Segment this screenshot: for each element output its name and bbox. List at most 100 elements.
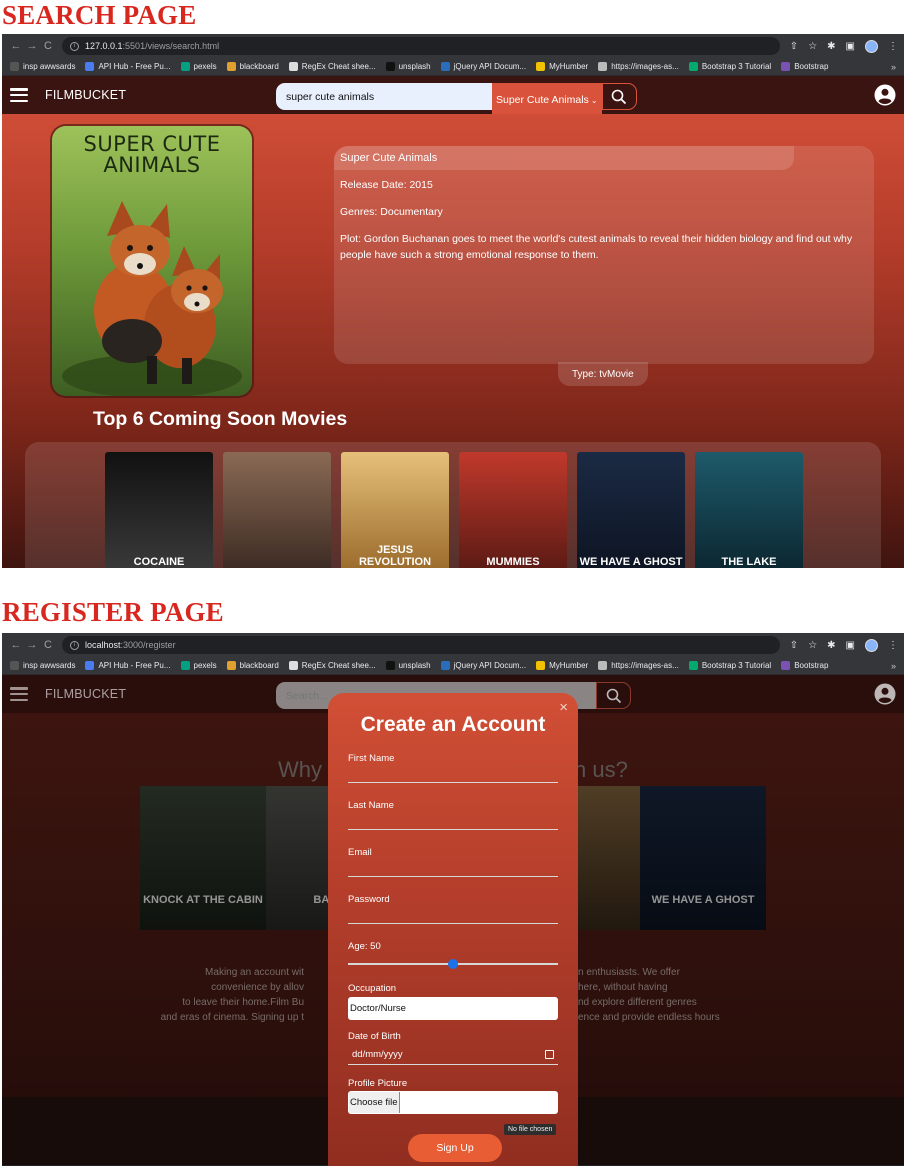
user-account-icon[interactable]	[874, 84, 896, 106]
bookmark-favicon-icon	[85, 661, 95, 670]
bookmark-item[interactable]: insp awwsards	[10, 62, 75, 71]
coming-soon-poster[interactable]	[223, 452, 331, 568]
bookmark-item[interactable]: Bootstrap	[781, 661, 828, 670]
bookmark-label: unsplash	[398, 661, 431, 670]
reload-icon[interactable]: C	[40, 40, 56, 52]
profile-avatar[interactable]	[865, 638, 878, 652]
sidepanel-icon[interactable]: ▣	[846, 41, 855, 52]
movie-type-badge: Type: tvMovie	[558, 362, 648, 386]
coming-soon-poster[interactable]: COCAINE	[105, 452, 213, 568]
age-slider-thumb[interactable]	[448, 959, 458, 969]
menu-kebab-icon[interactable]: ⋮	[888, 640, 898, 651]
app-navbar: FILMBUCKET Super Cute Animals ⌄	[2, 76, 904, 117]
bookmark-item[interactable]: RegEx Cheat shee...	[288, 62, 376, 71]
user-account-icon[interactable]	[874, 683, 896, 705]
bookmark-item[interactable]: Bootstrap 3 Tutorial	[688, 62, 771, 71]
forward-icon[interactable]: →	[24, 40, 40, 52]
reload-icon[interactable]: C	[40, 639, 56, 651]
menu-kebab-icon[interactable]: ⋮	[888, 41, 898, 52]
bookmark-favicon-icon	[288, 62, 298, 71]
sign-up-button[interactable]: Sign Up	[408, 1134, 502, 1162]
coming-soon-poster[interactable]: WE HAVE A GHOST	[577, 452, 685, 568]
search-result-select[interactable]: Super Cute Animals ⌄	[492, 83, 602, 117]
bookmark-item[interactable]: insp awwsards	[10, 661, 75, 670]
share-icon[interactable]: ⇧	[790, 41, 798, 52]
bookmark-label: jQuery API Docum...	[453, 62, 527, 71]
profile-avatar[interactable]	[865, 39, 878, 53]
bookmarks-overflow-icon[interactable]: »	[891, 661, 896, 671]
bookmark-star-icon[interactable]: ☆	[808, 640, 817, 651]
bookmark-item[interactable]: Bootstrap	[781, 62, 828, 71]
bookmark-item[interactable]: RegEx Cheat shee...	[288, 661, 376, 670]
coming-soon-poster[interactable]: JESUS REVOLUTION	[341, 452, 449, 568]
hamburger-menu-icon[interactable]	[10, 687, 28, 701]
dob-label: Date of Birth	[348, 1031, 401, 1042]
hamburger-menu-icon[interactable]	[10, 88, 28, 102]
coming-soon-poster[interactable]: THE LAKE	[695, 452, 803, 568]
bookmark-item[interactable]: blackboard	[226, 661, 279, 670]
back-icon[interactable]: ←	[8, 40, 24, 52]
bookmark-star-icon[interactable]: ☆	[808, 41, 817, 52]
search-button[interactable]	[596, 682, 631, 709]
brand-logo-text[interactable]: FILMBUCKET	[45, 687, 126, 701]
search-input[interactable]	[276, 83, 492, 110]
bookmark-item[interactable]: https://images-as...	[598, 661, 679, 670]
bookmark-item[interactable]: API Hub - Free Pu...	[85, 661, 171, 670]
search-button[interactable]	[601, 83, 637, 110]
bookmark-item[interactable]: jQuery API Docum...	[440, 661, 527, 670]
bookmark-label: jQuery API Docum...	[453, 661, 527, 670]
sidepanel-icon[interactable]: ▣	[846, 640, 855, 651]
bookmark-item[interactable]: jQuery API Docum...	[440, 62, 527, 71]
movie-release-date: Release Date: 2015	[340, 179, 433, 191]
calendar-icon[interactable]	[545, 1050, 554, 1059]
register-page-screenshot: ← → C i localhost:3000/register ⇧ ☆ ✱ ▣ …	[2, 633, 904, 1166]
bookmark-item[interactable]: MyHumber	[536, 62, 588, 71]
share-icon[interactable]: ⇧	[790, 640, 798, 651]
occupation-value: Doctor/Nurse	[350, 1003, 406, 1014]
bookmark-favicon-icon	[536, 62, 546, 71]
address-bar[interactable]: i 127.0.0.1:5501/views/search.html	[62, 37, 780, 55]
brand-logo-text[interactable]: FILMBUCKET	[45, 88, 126, 102]
search-icon	[606, 688, 621, 703]
password-field[interactable]	[348, 910, 558, 924]
bookmark-item[interactable]: https://images-as...	[598, 62, 679, 71]
email-field[interactable]	[348, 863, 558, 877]
bookmark-item[interactable]: blackboard	[226, 62, 279, 71]
movie-details-card: Super Cute Animals Release Date: 2015 Ge…	[334, 146, 874, 364]
bookmark-item[interactable]: Bootstrap 3 Tutorial	[688, 661, 771, 670]
bookmark-item[interactable]: pexels	[180, 661, 217, 670]
bookmark-item[interactable]: pexels	[180, 62, 217, 71]
bookmark-label: RegEx Cheat shee...	[301, 661, 376, 670]
bookmark-label: API Hub - Free Pu...	[98, 661, 171, 670]
forward-icon[interactable]: →	[24, 639, 40, 651]
coming-soon-poster[interactable]: MUMMIES	[459, 452, 567, 568]
address-bar[interactable]: i localhost:3000/register	[62, 636, 780, 654]
bookmark-item[interactable]: API Hub - Free Pu...	[85, 62, 171, 71]
back-icon[interactable]: ←	[8, 639, 24, 651]
site-info-icon[interactable]: i	[70, 640, 79, 650]
bookmark-label: blackboard	[239, 661, 279, 670]
bookmark-item[interactable]: unsplash	[385, 62, 431, 71]
bookmark-item[interactable]: unsplash	[385, 661, 431, 670]
profile-picture-label: Profile Picture	[348, 1078, 408, 1089]
site-info-icon[interactable]: i	[70, 41, 79, 51]
occupation-select[interactable]: Doctor/Nurse	[348, 997, 558, 1020]
dob-input[interactable]: dd/mm/yyyy	[348, 1045, 558, 1065]
extensions-icon[interactable]: ✱	[827, 640, 835, 651]
last-name-field[interactable]	[348, 816, 558, 830]
bookmark-favicon-icon	[226, 62, 236, 71]
extensions-icon[interactable]: ✱	[827, 41, 835, 52]
email-label: Email	[348, 847, 372, 858]
choose-file-button[interactable]: Choose file	[349, 1092, 400, 1113]
age-slider[interactable]	[348, 959, 558, 969]
bookmark-label: blackboard	[239, 62, 279, 71]
occupation-label: Occupation	[348, 983, 397, 994]
bookmarks-overflow-icon[interactable]: »	[891, 62, 896, 72]
bookmark-label: MyHumber	[549, 661, 589, 670]
bookmark-favicon-icon	[180, 62, 190, 71]
bookmark-item[interactable]: MyHumber	[536, 661, 588, 670]
profile-picture-input[interactable]: Choose file	[348, 1091, 558, 1114]
first-name-field[interactable]	[348, 769, 558, 783]
movie-plot: Plot: Gordon Buchanan goes to meet the w…	[340, 233, 853, 261]
bookmark-label: Bootstrap	[794, 62, 829, 71]
